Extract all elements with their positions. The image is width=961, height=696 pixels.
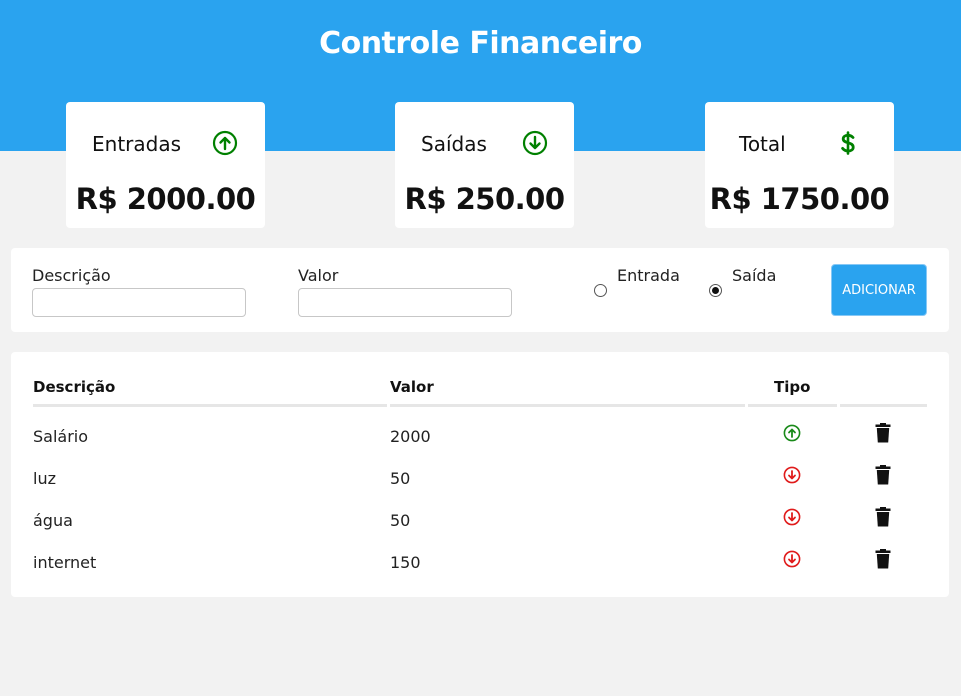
radio-saida[interactable] <box>709 284 722 297</box>
valor-label: Valor <box>298 266 339 285</box>
th-descricao: Descrição <box>33 378 116 396</box>
table-row-descricao: água <box>33 511 73 530</box>
page-title: Controle Financeiro <box>319 26 642 61</box>
header-divider <box>390 404 745 407</box>
card-entradas-value: R$ 2000.00 <box>75 182 256 216</box>
trash-icon[interactable] <box>875 549 891 569</box>
arrow-down-circle-icon <box>783 508 801 526</box>
valor-input[interactable] <box>298 288 512 317</box>
trash-icon[interactable] <box>875 465 891 485</box>
arrow-down-circle-icon <box>522 130 548 156</box>
radio-saida-label: Saída <box>732 266 777 285</box>
card-saidas-value: R$ 250.00 <box>404 182 565 216</box>
table-row-descricao: internet <box>33 553 97 572</box>
header-divider <box>840 404 927 407</box>
card-total-value: R$ 1750.00 <box>709 182 890 216</box>
dollar-icon <box>841 131 855 155</box>
radio-entrada[interactable] <box>594 284 607 297</box>
table-row-descricao: Salário <box>33 427 89 446</box>
table-row-valor: 50 <box>390 511 411 530</box>
arrow-up-circle-icon <box>212 130 238 156</box>
card-saidas: Saídas R$ 250.00 <box>395 102 574 228</box>
table-row-valor: 2000 <box>390 427 431 446</box>
trash-icon[interactable] <box>875 507 891 527</box>
card-saidas-label: Saídas <box>421 132 487 156</box>
table-row-valor: 150 <box>390 553 421 572</box>
radio-entrada-label: Entrada <box>617 266 680 285</box>
table-row-descricao: luz <box>33 469 56 488</box>
table-row-valor: 50 <box>390 469 411 488</box>
arrow-up-circle-icon <box>783 424 801 442</box>
header-divider <box>33 404 387 407</box>
trash-icon[interactable] <box>875 423 891 443</box>
descricao-input[interactable] <box>32 288 246 317</box>
transactions-table: Descrição Valor Tipo Salário 2000 luz 50… <box>11 352 949 597</box>
card-total-label: Total <box>739 132 786 156</box>
card-total: Total R$ 1750.00 <box>705 102 894 228</box>
arrow-down-circle-icon <box>783 550 801 568</box>
descricao-label: Descrição <box>32 266 111 285</box>
card-entradas: Entradas R$ 2000.00 <box>66 102 265 228</box>
card-entradas-label: Entradas <box>92 132 182 156</box>
header-divider <box>748 404 837 407</box>
th-valor: Valor <box>390 378 434 396</box>
transaction-form: Descrição Valor Entrada Saída ADICIONAR <box>11 248 949 332</box>
th-tipo: Tipo <box>774 378 811 396</box>
arrow-down-circle-icon <box>783 466 801 484</box>
add-button[interactable]: ADICIONAR <box>831 264 927 316</box>
